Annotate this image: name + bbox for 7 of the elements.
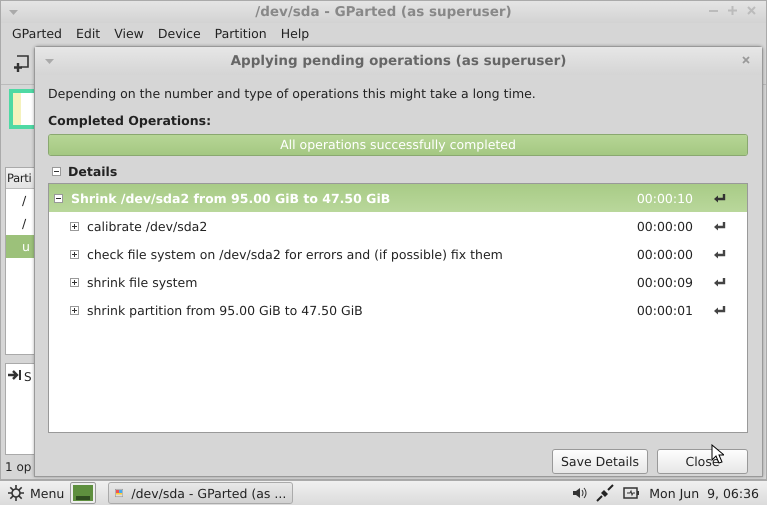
operation-text: S: [24, 370, 32, 384]
section-label: Completed Operations:: [48, 113, 212, 128]
window-title: /dev/sda - GParted (as superuser): [255, 4, 512, 20]
dialog-title: Applying pending operations (as superuser): [230, 53, 566, 69]
progress-text: All operations successfully completed: [280, 137, 516, 152]
dialog-message: Depending on the number and type of operations this might take a long time.: [48, 86, 536, 100]
status-text: 1 op: [5, 460, 32, 474]
